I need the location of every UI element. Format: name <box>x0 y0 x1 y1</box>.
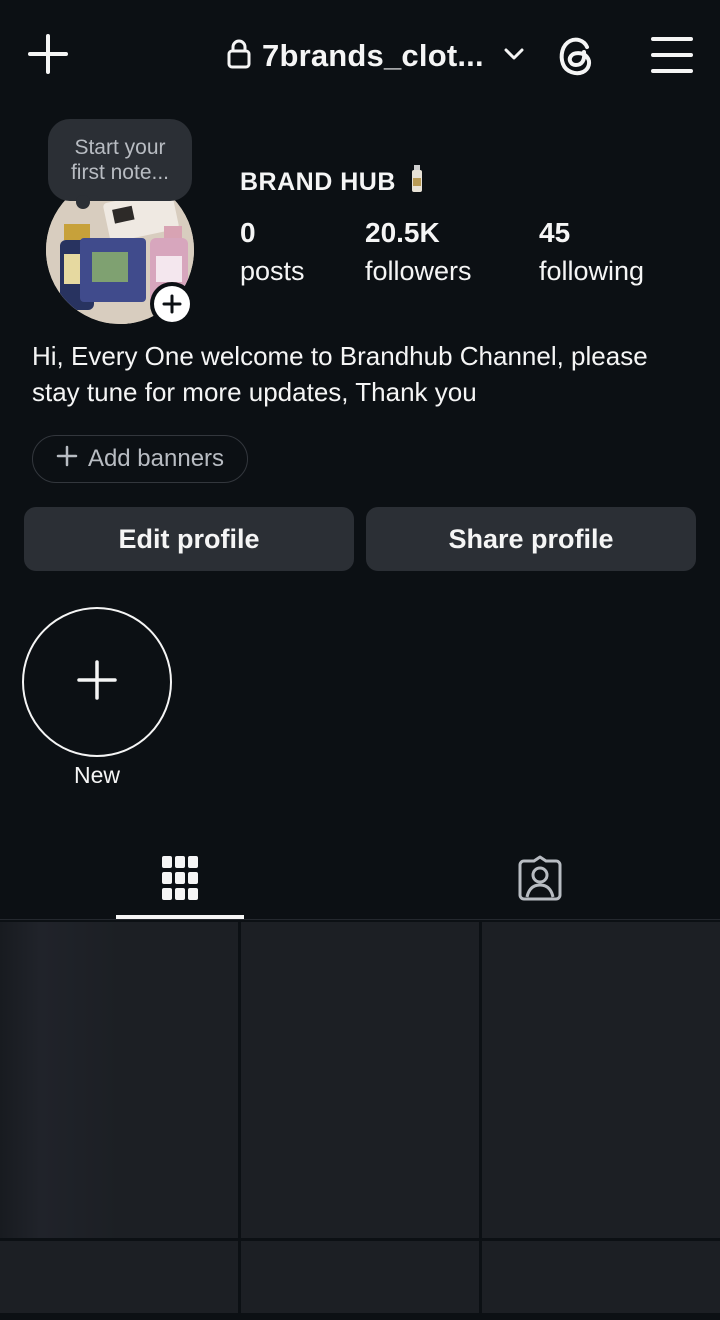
profile-page: 7brands_clot... Start your first note... <box>0 0 720 1320</box>
posts-stat[interactable]: 0 posts <box>240 214 305 290</box>
following-count: 45 <box>539 217 571 248</box>
note-bubble[interactable]: Start your first note... <box>48 119 192 201</box>
menu-icon[interactable] <box>648 32 696 78</box>
followers-count: 20.5K <box>365 217 440 248</box>
grid-placeholder <box>241 922 479 1238</box>
new-highlight-label: New <box>73 762 120 788</box>
posts-count: 0 <box>240 217 256 248</box>
grid-placeholder <box>482 1241 720 1313</box>
add-banners-label: Add banners <box>87 445 225 472</box>
followers-label: followers <box>365 256 472 286</box>
display-name-text: BRAND HUB <box>240 168 396 196</box>
lock-icon <box>226 38 252 75</box>
display-name: BRAND HUB <box>240 164 424 201</box>
tab-tagged[interactable] <box>476 840 604 920</box>
grid-placeholder <box>0 922 238 1238</box>
top-bar: 7brands_clot... <box>0 0 720 110</box>
following-stat[interactable]: 45 following <box>539 214 644 290</box>
grid-placeholder <box>241 1241 479 1313</box>
edit-profile-button[interactable]: Edit profile <box>24 507 354 571</box>
plus-icon[interactable] <box>22 28 74 80</box>
tagged-icon <box>517 855 563 906</box>
followers-stat[interactable]: 20.5K followers <box>365 214 472 290</box>
add-banners-button[interactable]: Add banners <box>32 435 248 483</box>
grid-placeholder <box>0 1241 238 1313</box>
share-profile-button[interactable]: Share profile <box>366 507 696 571</box>
tab-posts-grid[interactable] <box>116 840 244 920</box>
new-highlight-button[interactable] <box>22 607 172 757</box>
plus-icon <box>56 445 78 474</box>
plus-icon <box>77 659 117 705</box>
note-bubble-tail <box>76 195 90 209</box>
account-switcher[interactable]: 7brands_clot... <box>226 30 526 82</box>
add-story-button[interactable] <box>150 282 194 326</box>
chevron-down-icon <box>502 42 526 71</box>
bottle-icon <box>410 164 424 201</box>
username: 7brands_clot... <box>262 38 484 73</box>
threads-icon[interactable] <box>550 30 602 82</box>
grid-placeholder <box>482 922 720 1238</box>
grid-icon <box>161 855 199 906</box>
bio: Hi, Every One welcome to Brandhub Channe… <box>32 341 648 407</box>
plus-icon <box>154 286 190 322</box>
posts-label: posts <box>240 256 305 286</box>
tabs-divider <box>0 919 720 920</box>
following-label: following <box>539 256 645 286</box>
